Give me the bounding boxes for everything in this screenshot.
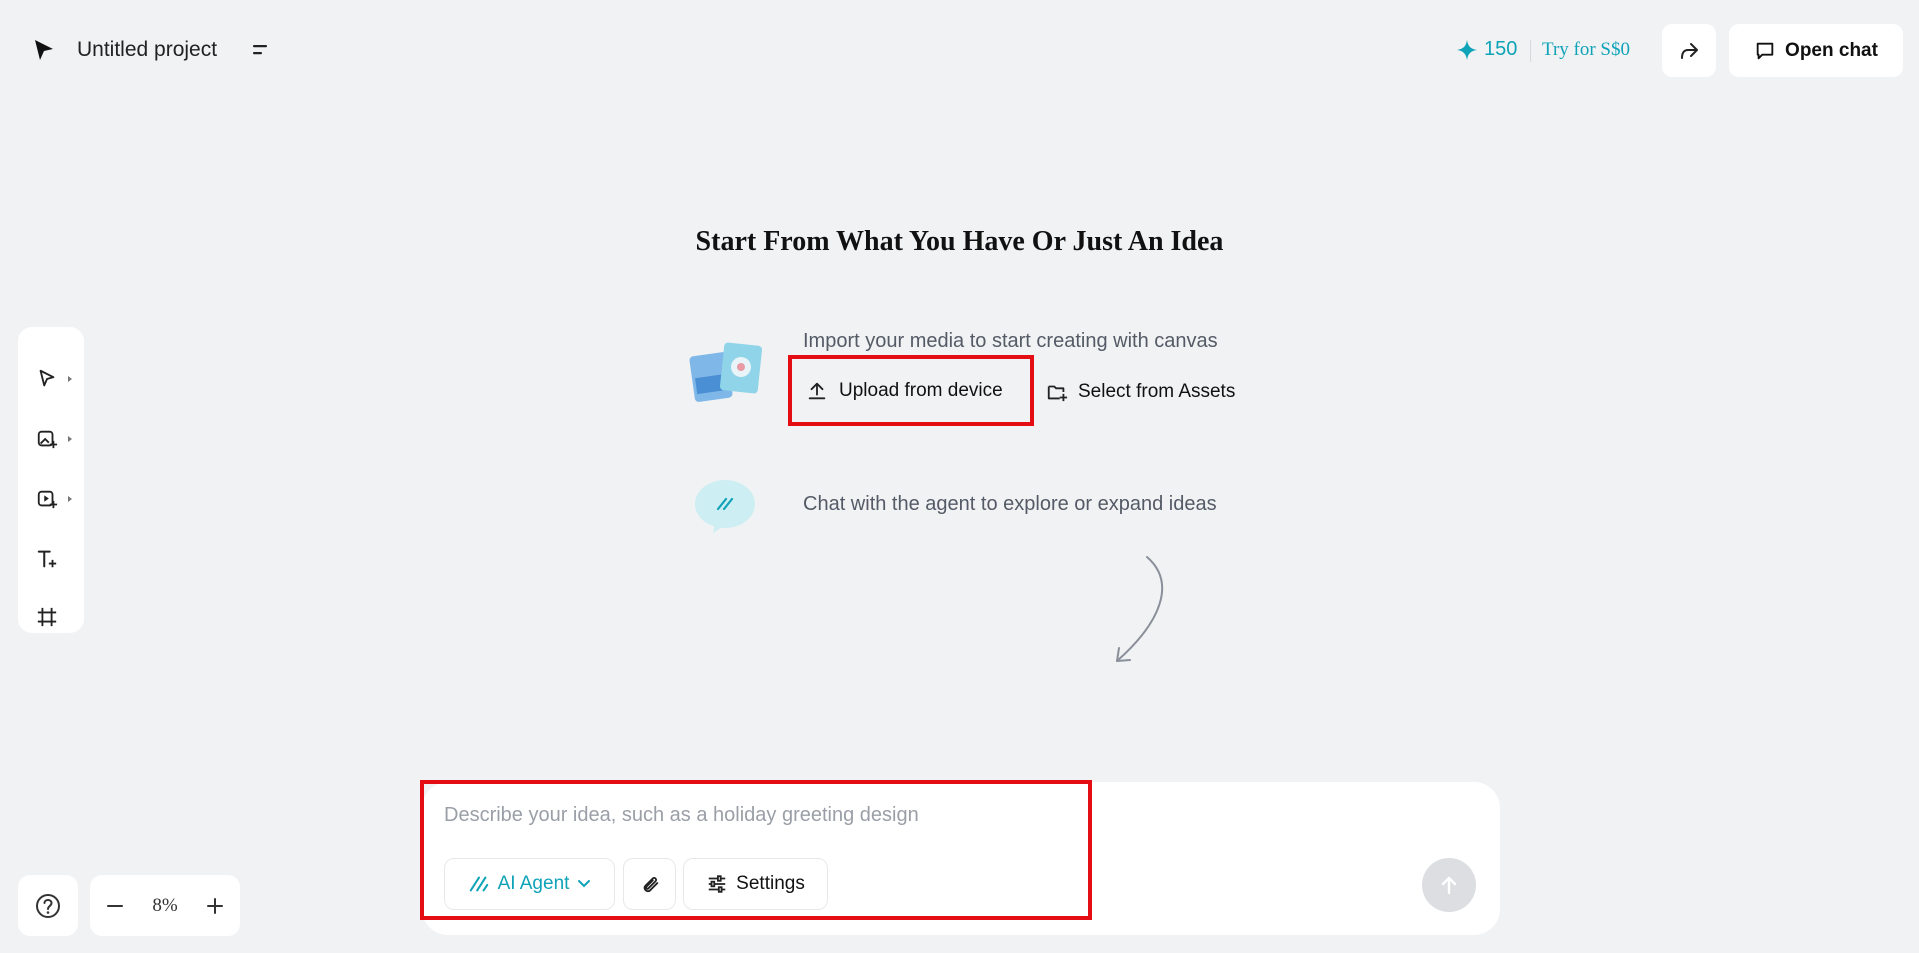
credits-value: 150 [1484, 38, 1518, 60]
chat-agent-text: Chat with the agent to explore or expand… [803, 493, 1217, 515]
arrow-up-icon [1441, 876, 1457, 895]
chat-icon [1756, 42, 1774, 59]
composer-highlight-box [420, 780, 1092, 920]
zoom-out-button[interactable] [102, 893, 128, 919]
add-text-tool[interactable] [36, 539, 76, 579]
try-link[interactable]: Try for S$0 [1542, 39, 1630, 61]
expand-caret-icon [68, 376, 72, 382]
assets-label: Select from Assets [1078, 381, 1236, 402]
expand-caret-icon [68, 436, 72, 442]
open-chat-label: Open chat [1785, 39, 1878, 61]
zoom-control: 8% [90, 875, 240, 936]
video-plus-icon [37, 490, 58, 509]
help-button[interactable] [18, 875, 78, 936]
select-tool[interactable] [36, 359, 76, 399]
expand-caret-icon [68, 496, 72, 502]
open-chat-button[interactable]: Open chat [1729, 24, 1903, 77]
select-from-assets-button[interactable]: Select from Assets [1046, 372, 1235, 412]
upload-highlight-box [788, 355, 1034, 426]
header-divider [1530, 40, 1531, 62]
import-media-text: Import your media to start creating with… [803, 330, 1218, 352]
image-plus-icon [37, 430, 58, 449]
question-icon [36, 893, 60, 918]
zoom-in-button[interactable] [202, 893, 228, 919]
text-plus-icon [37, 550, 57, 568]
folder-plus-icon [1047, 385, 1068, 402]
zoom-level: 8% [152, 895, 178, 916]
frame-icon [37, 607, 57, 627]
frame-tool[interactable] [36, 597, 76, 637]
media-photos-icon [688, 340, 764, 406]
minus-icon [107, 905, 123, 907]
cursor-icon [39, 369, 55, 387]
add-image-tool[interactable] [36, 419, 76, 459]
left-toolbar [18, 327, 84, 633]
credits-counter[interactable]: 150 [1456, 38, 1517, 61]
curved-arrow-icon [1105, 553, 1175, 668]
plus-icon [207, 898, 223, 914]
share-button[interactable] [1662, 24, 1716, 77]
page-headline: Start From What You Have Or Just An Idea [695, 226, 1224, 257]
logo-icon[interactable] [32, 38, 56, 62]
add-video-tool[interactable] [36, 479, 76, 519]
agent-chat-bubble-icon [693, 477, 757, 535]
project-title[interactable]: Untitled project [77, 38, 217, 62]
top-bar: Untitled project 150 Try for S$0 Open ch… [0, 0, 1919, 100]
menu-icon[interactable] [250, 40, 272, 60]
sparkle-icon [1456, 39, 1478, 60]
share-arrow-icon [1681, 42, 1698, 59]
send-button[interactable] [1422, 858, 1476, 912]
